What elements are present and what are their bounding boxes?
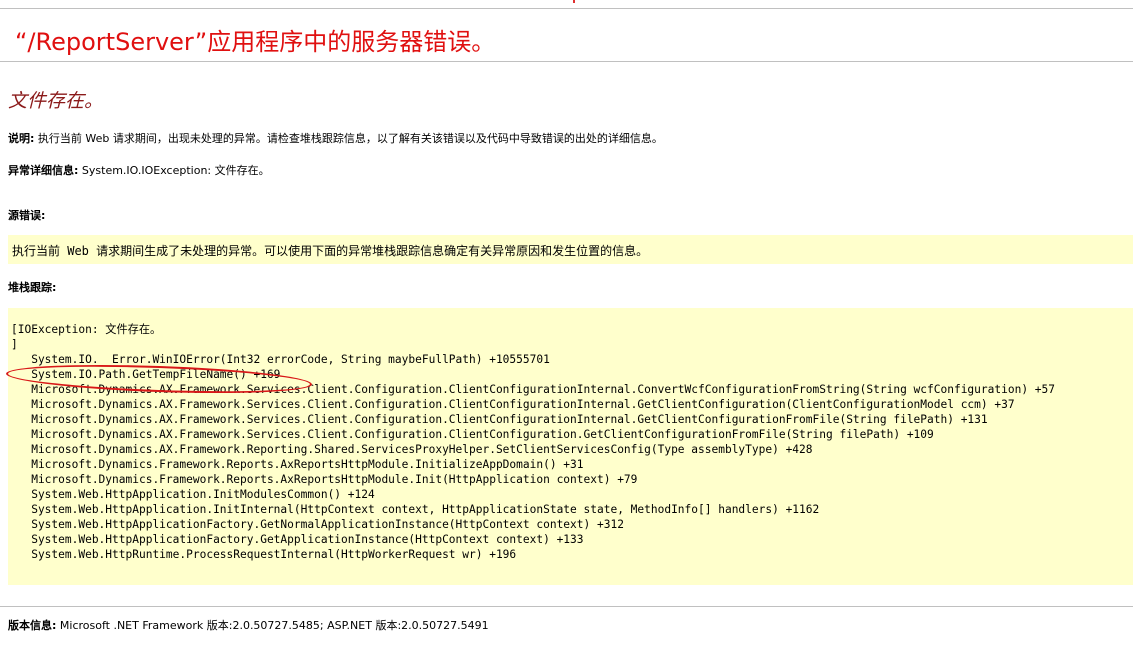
- version-info-text: Microsoft .NET Framework 版本:2.0.50727.54…: [59, 619, 489, 632]
- top-divider: [0, 8, 1133, 9]
- stack-trace-text: [IOException: 文件存在。 ] System.IO.__Error.…: [11, 323, 1055, 561]
- footer-divider: [0, 606, 1133, 607]
- source-error-box: 执行当前 Web 请求期间生成了未处理的异常。可以使用下面的异常堆栈跟踪信息确定…: [8, 235, 1133, 264]
- source-error-text: 执行当前 Web 请求期间生成了未处理的异常。可以使用下面的异常堆栈跟踪信息确定…: [12, 244, 649, 258]
- top-edge-mark: [573, 0, 575, 3]
- error-subtitle: 文件存在。: [8, 90, 104, 112]
- version-info-section: 版本信息: Microsoft .NET Framework 版本:2.0.50…: [8, 617, 489, 633]
- page-title: “/ReportServer”应用程序中的服务器错误。: [15, 28, 496, 56]
- stack-trace-box: [IOException: 文件存在。 ] System.IO.__Error.…: [8, 308, 1133, 585]
- description-text: 执行当前 Web 请求期间，出现未处理的异常。请检查堆栈跟踪信息，以了解有关该错…: [37, 132, 663, 145]
- source-error-label: 源错误:: [8, 209, 46, 222]
- description-section: 说明: 执行当前 Web 请求期间，出现未处理的异常。请检查堆栈跟踪信息，以了解…: [8, 130, 663, 146]
- title-divider: [0, 61, 1133, 62]
- stack-trace-section: 堆栈跟踪:: [8, 279, 56, 295]
- source-error-section: 源错误:: [8, 207, 45, 223]
- description-label: 说明:: [8, 132, 35, 145]
- exception-details-label: 异常详细信息:: [8, 164, 79, 177]
- exception-details-text: System.IO.IOException: 文件存在。: [81, 164, 270, 177]
- version-info-label: 版本信息:: [8, 619, 57, 632]
- stack-trace-label: 堆栈跟踪:: [8, 281, 57, 294]
- exception-details-section: 异常详细信息: System.IO.IOException: 文件存在。: [8, 162, 270, 178]
